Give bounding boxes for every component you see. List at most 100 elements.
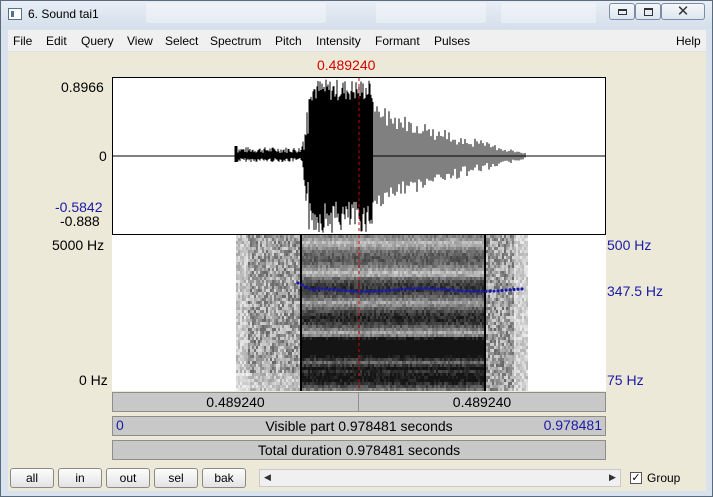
pitch-point [512, 287, 516, 292]
pitch-point [440, 287, 444, 291]
pitch-point [352, 289, 356, 293]
pitch-point [344, 289, 348, 293]
pitch-point [412, 287, 416, 291]
maximize-button[interactable] [635, 3, 661, 20]
group-checkbox[interactable]: ✓ [630, 472, 642, 484]
pitch-point [468, 289, 472, 293]
right-time-cell[interactable]: 0.489240 [359, 393, 605, 411]
pitch-point [424, 286, 428, 291]
menu-intensity[interactable]: Intensity [316, 34, 361, 48]
waveform-area[interactable] [112, 77, 606, 235]
time-scrollbar[interactable]: ◀ ▶ [259, 469, 621, 487]
close-icon: ✕ [676, 2, 690, 20]
zoom-all-button[interactable]: all [10, 468, 54, 488]
scroll-left-icon[interactable]: ◀ [260, 470, 275, 486]
pitch-point [448, 288, 452, 292]
pitch-top-label: 500 Hz [607, 237, 652, 253]
pitch-point [420, 286, 424, 291]
spectrogram-freq-top-label: 5000 Hz [52, 237, 105, 253]
visible-part-label: Visible part 0.978481 seconds [265, 418, 453, 434]
total-duration-panel[interactable]: Total duration 0.978481 seconds [112, 440, 606, 460]
app-icon [8, 8, 22, 20]
background-window-ghost [376, 3, 486, 23]
left-time-value: 0.489240 [206, 394, 265, 410]
cursor-time-panel: 0.489240 0.489240 [112, 392, 606, 412]
pitch-point [336, 288, 340, 292]
spectrogram-freq-bottom-label: 0 Hz [79, 372, 108, 388]
pitch-point [456, 288, 460, 293]
zoom-selection-button[interactable]: sel [154, 468, 198, 488]
menu-file[interactable]: File [13, 34, 32, 48]
scroll-right-icon[interactable]: ▶ [605, 470, 620, 486]
minimize-button[interactable] [609, 3, 635, 20]
left-time-cell[interactable]: 0.489240 [113, 393, 359, 411]
zoom-toolbar: all in out sel bak ◀ ▶ ✓ Group [8, 463, 706, 489]
zoom-in-button[interactable]: in [58, 468, 102, 488]
pitch-point [416, 286, 420, 291]
menu-bar: File Edit Query View Select Spectrum Pit… [8, 30, 706, 52]
pitch-point [360, 289, 364, 294]
waveform-ymax-label: 0.8966 [61, 79, 104, 95]
pitch-point [444, 287, 448, 292]
menu-help[interactable]: Help [676, 34, 701, 48]
pitch-point [432, 287, 436, 291]
spectrogram-energy [236, 235, 528, 391]
menu-edit[interactable]: Edit [46, 34, 67, 48]
pitch-point [324, 287, 328, 291]
background-window-ghost [501, 3, 596, 23]
pitch-value-label: 347.5 Hz [607, 283, 664, 299]
pitch-point [492, 289, 496, 293]
pitch-point [516, 287, 520, 291]
spectrogram-area[interactable] [112, 235, 606, 391]
pitch-point [396, 288, 400, 292]
spectrogram-plot [236, 235, 528, 391]
menu-query[interactable]: Query [81, 34, 114, 48]
pitch-point [436, 287, 440, 291]
waveform-plot [113, 78, 605, 234]
praat-sound-window: 6. Sound tai1 ✕ File Edit Query View Sel… [0, 0, 713, 497]
visible-part-panel[interactable]: 0 Visible part 0.978481 seconds 0.978481 [112, 416, 606, 436]
close-button[interactable]: ✕ [661, 3, 705, 20]
pitch-point [488, 289, 492, 293]
pitch-point [308, 287, 312, 291]
pitch-bottom-label: 75 Hz [607, 372, 644, 388]
waveform-ymin-label: -0.888 [60, 213, 100, 229]
pitch-point [328, 287, 332, 291]
pitch-point [368, 289, 372, 294]
pitch-point [520, 287, 524, 291]
pitch-point [472, 289, 476, 294]
right-time-value: 0.489240 [452, 394, 512, 410]
pitch-point [408, 287, 412, 291]
pitch-point [504, 288, 508, 292]
minimize-icon [617, 8, 627, 15]
zoom-back-button[interactable]: bak [202, 468, 246, 488]
title-bar[interactable]: 6. Sound tai1 ✕ [1, 1, 712, 29]
pitch-point [312, 288, 316, 292]
total-duration-label: Total duration 0.978481 seconds [257, 442, 461, 458]
pitch-point [392, 288, 396, 292]
menu-pitch[interactable]: Pitch [275, 34, 302, 48]
pitch-point [300, 283, 304, 287]
pitch-point [340, 288, 344, 292]
pitch-point [500, 288, 504, 293]
pitch-point [464, 289, 468, 293]
menu-spectrum[interactable]: Spectrum [210, 34, 261, 48]
check-icon: ✓ [631, 471, 641, 484]
menu-select[interactable]: Select [165, 34, 198, 48]
cursor-time-readout: 0.489240 [317, 57, 376, 73]
pitch-point [316, 287, 320, 291]
pitch-point [480, 289, 484, 294]
zoom-out-button[interactable]: out [106, 468, 150, 488]
pitch-point [388, 288, 392, 292]
menu-view[interactable]: View [127, 34, 153, 48]
pitch-point [428, 287, 432, 291]
pitch-point [496, 289, 500, 293]
visible-end-value: 0.978481 [543, 417, 602, 433]
pitch-point [320, 287, 324, 291]
pitch-point [476, 289, 480, 294]
maximize-icon [643, 7, 653, 16]
menu-pulses[interactable]: Pulses [434, 34, 470, 48]
menu-formant[interactable]: Formant [375, 34, 420, 48]
pitch-point [452, 288, 456, 292]
pitch-point [376, 289, 380, 293]
